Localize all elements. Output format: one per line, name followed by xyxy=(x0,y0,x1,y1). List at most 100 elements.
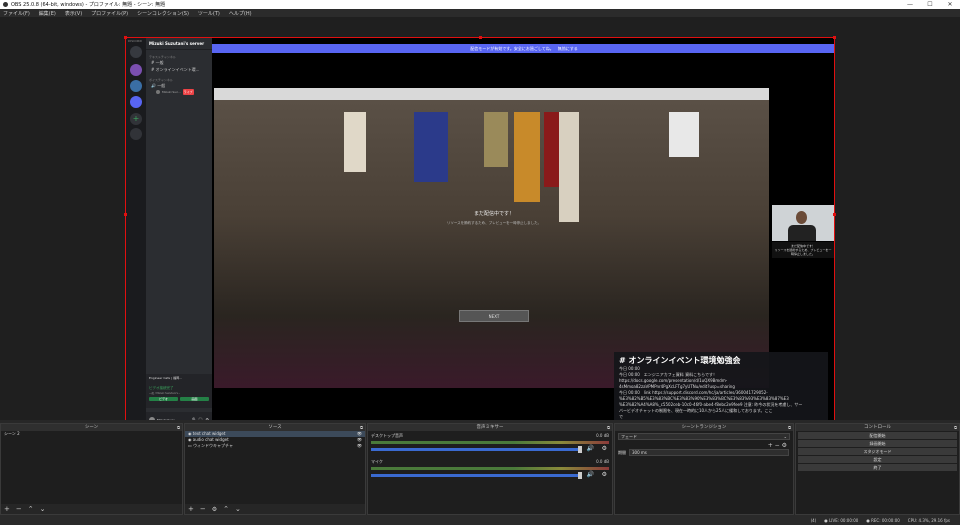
preview-canvas[interactable]: DISCORD + Mizuki Suzutani's server テキストチ… xyxy=(125,37,835,426)
remove-scene-button[interactable]: − xyxy=(16,505,22,513)
gear-icon[interactable]: ⚙ xyxy=(602,445,607,452)
source-properties-gear-icon[interactable]: ⚙ xyxy=(212,506,217,513)
maximize-button[interactable]: ☐ xyxy=(920,0,940,9)
paused-subtitle: リソースを節約するため、プレビューを一時停止しました。 xyxy=(446,221,542,225)
stream-card-title[interactable]: Engineer Cafe | 福岡... xyxy=(149,376,209,380)
channel-general[interactable]: # 一般 xyxy=(146,59,212,66)
menu-view[interactable]: 表示(V) xyxy=(65,10,82,17)
undock-icon[interactable]: ⧉ xyxy=(177,424,180,431)
duration-input[interactable]: 300 ms xyxy=(629,449,789,456)
video-button[interactable]: ビデオ xyxy=(149,397,178,401)
gear-icon[interactable]: ⚙ xyxy=(782,442,787,449)
resize-handle[interactable] xyxy=(833,36,836,39)
server-icon-3[interactable] xyxy=(130,96,142,108)
volume-slider[interactable] xyxy=(371,446,583,453)
start-recording-button[interactable]: 録画開始 xyxy=(798,440,957,447)
track-db: 0.0 dB xyxy=(596,433,609,438)
start-streaming-button[interactable]: 配信開始 xyxy=(798,432,957,439)
banner-flag xyxy=(559,112,579,222)
studio-mode-button[interactable]: スタジオモード xyxy=(798,448,957,455)
chat-channel-name: オンラインイベント環境勉強会 xyxy=(628,356,741,365)
speaker-muted-icon[interactable]: 🔊 xyxy=(587,471,594,478)
gear-icon[interactable]: ⚙ xyxy=(602,471,607,478)
transitions-header: シーントランジション ⧉ xyxy=(615,424,793,431)
move-up-button[interactable]: ⌃ xyxy=(223,505,229,513)
live-badge: ライブ xyxy=(182,89,194,95)
close-button[interactable]: ✕ xyxy=(940,0,960,9)
transition-select[interactable]: フェード ⌄ xyxy=(618,433,790,440)
undock-icon[interactable]: ⧉ xyxy=(954,424,957,431)
mixer-track-mic: マイク 0.0 dB 🔊 ⚙ xyxy=(368,457,612,483)
sources-dock: ソース ⧉ ◉ text chat widget 👁 ◉ audio chat wi… xyxy=(184,423,366,515)
resize-handle[interactable] xyxy=(479,36,482,39)
person-body xyxy=(788,225,816,241)
banner-flag xyxy=(484,112,508,167)
undock-icon[interactable]: ⧉ xyxy=(607,424,610,431)
mixer-track-desktop: デスクトップ音声 0.0 dB 🔊 ⚙ xyxy=(368,431,612,457)
window-titlebar: OBS 25.0.8 (64-bit, windows) - プロファイル: 無… xyxy=(0,0,960,9)
sources-toolbar: + − ⚙ ⌃ ⌄ xyxy=(185,504,365,514)
move-up-button[interactable]: ⌃ xyxy=(28,505,34,513)
webcam-paused-notice: まだ配信中です！ リソースを節約するため、プレビューを一時停止しました。 xyxy=(772,242,834,258)
volume-slider[interactable] xyxy=(371,472,583,479)
exit-button[interactable]: 終了 xyxy=(798,464,957,471)
webcam-feed xyxy=(772,205,834,241)
remove-source-button[interactable]: − xyxy=(200,505,206,513)
move-down-button[interactable]: ⌄ xyxy=(235,505,241,513)
settings-button[interactable]: 設定 xyxy=(798,456,957,463)
move-down-button[interactable]: ⌄ xyxy=(40,505,46,513)
source-label: text chat widget xyxy=(192,431,226,436)
server-icon-2[interactable] xyxy=(130,80,142,92)
menu-help[interactable]: ヘルプ(H) xyxy=(229,10,252,17)
menu-edit[interactable]: 編集(E) xyxy=(39,10,56,17)
scene-transitions-dock: シーントランジション ⧉ フェード ⌄ + − ⚙ 期間 300 ms xyxy=(614,423,794,515)
screen-share-button[interactable]: 画面 xyxy=(180,397,209,401)
preview-area[interactable]: DISCORD + Mizuki Suzutani's server テキストチ… xyxy=(0,17,960,427)
dropped-frames: (4) xyxy=(810,517,817,523)
obs-app-icon xyxy=(3,2,8,7)
add-source-button[interactable]: + xyxy=(188,505,194,513)
controls-title: コントロール xyxy=(864,425,891,430)
streamed-browser-window: まだ配信中です！ リソースを節約するため、プレビューを一時停止しました。 NEX… xyxy=(214,88,769,388)
server-name[interactable]: Mizuki Suzutani's server xyxy=(146,38,212,50)
cpu-fps: CPU: 4.3%, 29.16 fps xyxy=(907,517,950,523)
voice-channel-general[interactable]: 🔊 一般 xyxy=(146,82,212,89)
undock-icon[interactable]: ⧉ xyxy=(360,424,363,431)
next-button[interactable]: NEXT xyxy=(459,310,529,322)
browser-toolbar xyxy=(214,88,769,100)
webcam-paused-sub: リソースを節約するため、プレビューを一時停止しました。 xyxy=(774,248,832,256)
resize-handle[interactable] xyxy=(124,36,127,39)
resize-handle[interactable] xyxy=(124,213,127,216)
channel-online-event[interactable]: # オンラインイベント環... xyxy=(146,66,212,73)
dock-area: シーン ⧉ シーン 2 + − ⌃ ⌄ ソース ⧉ ◉ text chat widg… xyxy=(0,420,960,515)
banner-flag xyxy=(344,112,366,172)
window-title: OBS 25.0.8 (64-bit, windows) - プロファイル: 無… xyxy=(11,2,166,8)
live-timer-value: LIVE: 00:00:00 xyxy=(829,517,859,523)
discord-home-icon[interactable] xyxy=(130,46,142,58)
menu-tools[interactable]: ツール(T) xyxy=(198,10,220,17)
volume-knob[interactable] xyxy=(578,446,583,453)
voice-user-row[interactable]: Mizuki Suz... ライブ xyxy=(146,89,212,95)
visibility-eye-icon[interactable]: 👁 xyxy=(357,443,362,449)
explore-icon[interactable] xyxy=(130,128,142,140)
add-transition-button[interactable]: + xyxy=(768,442,773,449)
source-item[interactable]: ▭ ウィンドウキャプチャ 👁 xyxy=(185,443,365,449)
add-scene-button[interactable]: + xyxy=(4,505,10,513)
volume-knob[interactable] xyxy=(578,472,583,479)
minimize-button[interactable]: — xyxy=(900,0,920,9)
resize-handle[interactable] xyxy=(833,213,836,216)
server-icon[interactable] xyxy=(130,64,142,76)
mixer-title: 音声ミキサー xyxy=(476,425,504,430)
rec-timer-value: REC: 00:00:00 xyxy=(871,517,900,523)
remove-transition-button[interactable]: − xyxy=(775,442,780,449)
speaker-muted-icon[interactable]: 🔊 xyxy=(587,445,594,452)
add-server-icon[interactable]: + xyxy=(130,113,142,125)
undock-icon[interactable]: ⧉ xyxy=(788,424,791,431)
channel-general-label: 一般 xyxy=(155,60,164,65)
track-name: マイク xyxy=(371,459,383,464)
chat-channel-title: # オンラインイベント環境勉強会 xyxy=(619,356,741,365)
scene-item[interactable]: シーン 2 xyxy=(1,431,182,437)
menu-profile[interactable]: プロファイル(P) xyxy=(91,10,128,17)
menu-scene-collection[interactable]: シーンコレクション(S) xyxy=(137,10,189,17)
menu-file[interactable]: ファイル(F) xyxy=(3,10,30,17)
